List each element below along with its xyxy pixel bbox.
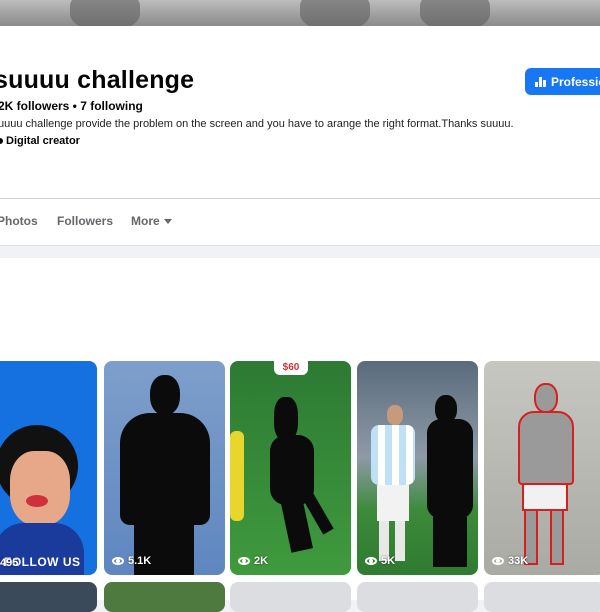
reel-view-count: 5.1K xyxy=(112,555,151,567)
reel-card[interactable] xyxy=(0,582,97,612)
reel-view-count: 2K xyxy=(238,555,268,567)
reel-views-label: 2K xyxy=(254,555,269,567)
reel-card[interactable] xyxy=(484,582,600,612)
category-icon xyxy=(0,138,3,144)
reel-card[interactable] xyxy=(104,582,225,612)
profile-category: Digital creator xyxy=(0,135,80,147)
profile-name[interactable]: suuuu challenge xyxy=(0,66,194,95)
reel-views-label: 495 xyxy=(0,557,19,569)
reel-card[interactable]: 33K xyxy=(484,361,600,575)
reel-card[interactable]: FOLLOW US 495 xyxy=(0,361,97,575)
profile-header: suuuu challenge 2K followers • 7 followi… xyxy=(0,26,600,246)
reel-views-label: 5K xyxy=(381,555,396,567)
reel-view-count: 495 xyxy=(0,557,18,569)
reel-view-count: 5K xyxy=(365,555,395,567)
professional-button-label: Professio xyxy=(551,74,600,89)
cover-photo[interactable] xyxy=(0,0,600,26)
chart-icon xyxy=(535,76,546,87)
reel-card[interactable]: 5.1K xyxy=(104,361,225,575)
reel-card[interactable]: 5K xyxy=(357,361,478,575)
price-badge: $60 xyxy=(274,361,308,375)
tab-followers[interactable]: Followers xyxy=(57,214,113,228)
reel-views-label: 5.1K xyxy=(128,555,152,567)
reel-card[interactable] xyxy=(230,582,351,612)
tab-more[interactable]: More xyxy=(131,214,172,228)
profile-bio: uuuu challenge provide the problem on th… xyxy=(0,118,514,130)
professional-dashboard-button[interactable]: Professio xyxy=(525,68,600,95)
tab-more-label: More xyxy=(131,214,160,228)
reel-card[interactable] xyxy=(357,582,478,612)
reel-view-count: 33K xyxy=(492,555,528,567)
profile-stats[interactable]: 2K followers • 7 following xyxy=(0,99,143,113)
reel-card[interactable]: $60 2K xyxy=(230,361,351,575)
category-label: Digital creator xyxy=(6,135,80,147)
eye-icon xyxy=(112,557,124,565)
eye-icon xyxy=(365,557,377,565)
divider xyxy=(0,198,600,199)
tab-photos[interactable]: Photos xyxy=(0,214,38,228)
eye-icon xyxy=(492,557,504,565)
caret-down-icon xyxy=(163,219,172,225)
eye-icon xyxy=(238,557,250,565)
reel-views-label: 33K xyxy=(508,555,529,567)
